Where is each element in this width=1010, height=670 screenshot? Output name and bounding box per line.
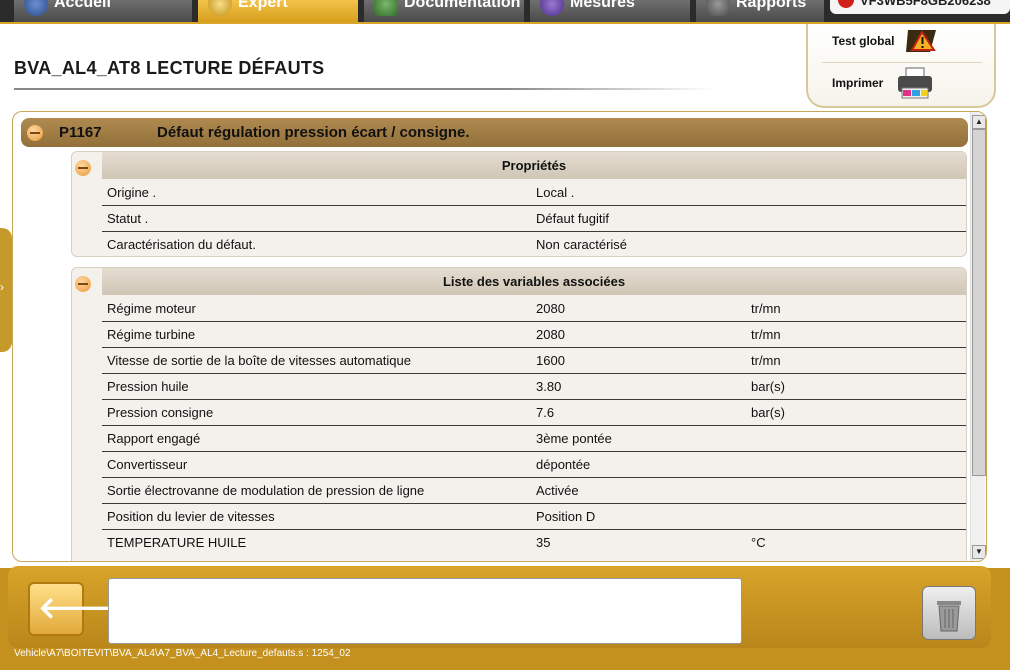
fault-details-panel: P1167 Défaut régulation pression écart /…	[12, 111, 987, 562]
trash-icon	[937, 601, 961, 632]
meter-icon	[540, 0, 564, 16]
top-tab-bar: Accueil Expert Documentation Mesures Rap…	[0, 0, 1010, 22]
properties-header: Propriétés	[102, 152, 966, 179]
test-global-label[interactable]: Test global	[832, 34, 894, 48]
tab-accueil[interactable]: Accueil	[14, 0, 192, 22]
tab-documentation[interactable]: Documentation	[364, 0, 524, 22]
table-row: Vitesse de sortie de la boîte de vitesse…	[102, 348, 966, 374]
vehicle-vin-badge[interactable]: VF3WB5F8GB206238	[830, 0, 1010, 14]
warning-icon[interactable]	[904, 26, 942, 56]
table-row: Origine . Local .	[102, 180, 966, 206]
table-row: Statut . Défaut fugitif	[102, 206, 966, 232]
collapse-properties-icon[interactable]	[75, 160, 91, 176]
scroll-down-arrow-icon[interactable]: ▼	[972, 545, 986, 559]
page-title: BVA_AL4_AT8 LECTURE DÉFAUTS	[14, 58, 325, 78]
title-divider	[14, 88, 714, 90]
properties-section: Propriétés Origine . Local . Statut . Dé…	[71, 151, 967, 257]
tab-rapports[interactable]: Rapports	[696, 0, 824, 22]
actions-divider	[822, 62, 982, 63]
table-row: Rapport engagé 3ème pontée	[102, 426, 966, 452]
table-row: Pression huile 3.80 bar(s)	[102, 374, 966, 400]
actions-panel: Test global Imprimer	[806, 24, 996, 108]
arrow-left-icon: 🡐	[38, 592, 119, 625]
fault-description: Défaut régulation pression écart / consi…	[157, 124, 470, 141]
fault-code: P1167	[59, 124, 102, 141]
variables-table: Régime moteur 2080 tr/mn Régime turbine …	[102, 296, 966, 555]
message-box	[108, 578, 742, 644]
table-row: Caractérisation du défaut. Non caractéri…	[107, 237, 628, 252]
table-row: Position du levier de vitesses Position …	[102, 504, 966, 530]
table-row: Régime moteur 2080 tr/mn	[102, 296, 966, 322]
globe-icon	[24, 0, 48, 16]
variables-section: Liste des variables associées Régime mot…	[71, 267, 967, 561]
table-row: Convertisseur dépontée	[102, 452, 966, 478]
chevron-right-icon: ›	[0, 280, 4, 294]
table-row: Régime turbine 2080 tr/mn	[102, 322, 966, 348]
book-icon	[374, 0, 398, 16]
tab-expert[interactable]: Expert	[198, 0, 358, 22]
script-path: Vehicle\A7\BOITEVIT\BVA_AL4\A7_BVA_AL4_L…	[14, 648, 351, 659]
table-row: Pression consigne 7.6 bar(s)	[102, 400, 966, 426]
collapse-variables-icon[interactable]	[75, 276, 91, 292]
imprimer-label[interactable]: Imprimer	[832, 76, 883, 90]
tab-mesures[interactable]: Mesures	[530, 0, 690, 22]
report-icon	[706, 0, 730, 16]
variables-header: Liste des variables associées	[102, 268, 966, 295]
vehicle-status-icon	[838, 0, 854, 8]
scroll-up-arrow-icon[interactable]: ▲	[972, 115, 986, 129]
printer-icon[interactable]	[894, 66, 936, 100]
trash-button[interactable]	[922, 586, 976, 640]
magnifier-icon	[208, 0, 232, 16]
back-button[interactable]: 🡐	[28, 582, 118, 636]
vertical-scrollbar[interactable]: ▲ ▼	[970, 112, 986, 561]
bottom-toolbar: 🡐	[8, 566, 991, 648]
scroll-thumb[interactable]	[972, 129, 986, 476]
table-row: Sortie électrovanne de modulation de pre…	[102, 478, 966, 504]
main-content: BVA_AL4_AT8 LECTURE DÉFAUTS Test global …	[0, 22, 1010, 568]
collapse-fault-icon[interactable]	[27, 125, 43, 141]
table-row: TEMPERATURE HUILE 35 °C	[107, 535, 766, 550]
properties-table: Origine . Local . Statut . Défaut fugiti…	[102, 180, 966, 257]
side-panel-toggle[interactable]: ›	[0, 228, 12, 352]
fault-header[interactable]: P1167 Défaut régulation pression écart /…	[21, 118, 968, 147]
